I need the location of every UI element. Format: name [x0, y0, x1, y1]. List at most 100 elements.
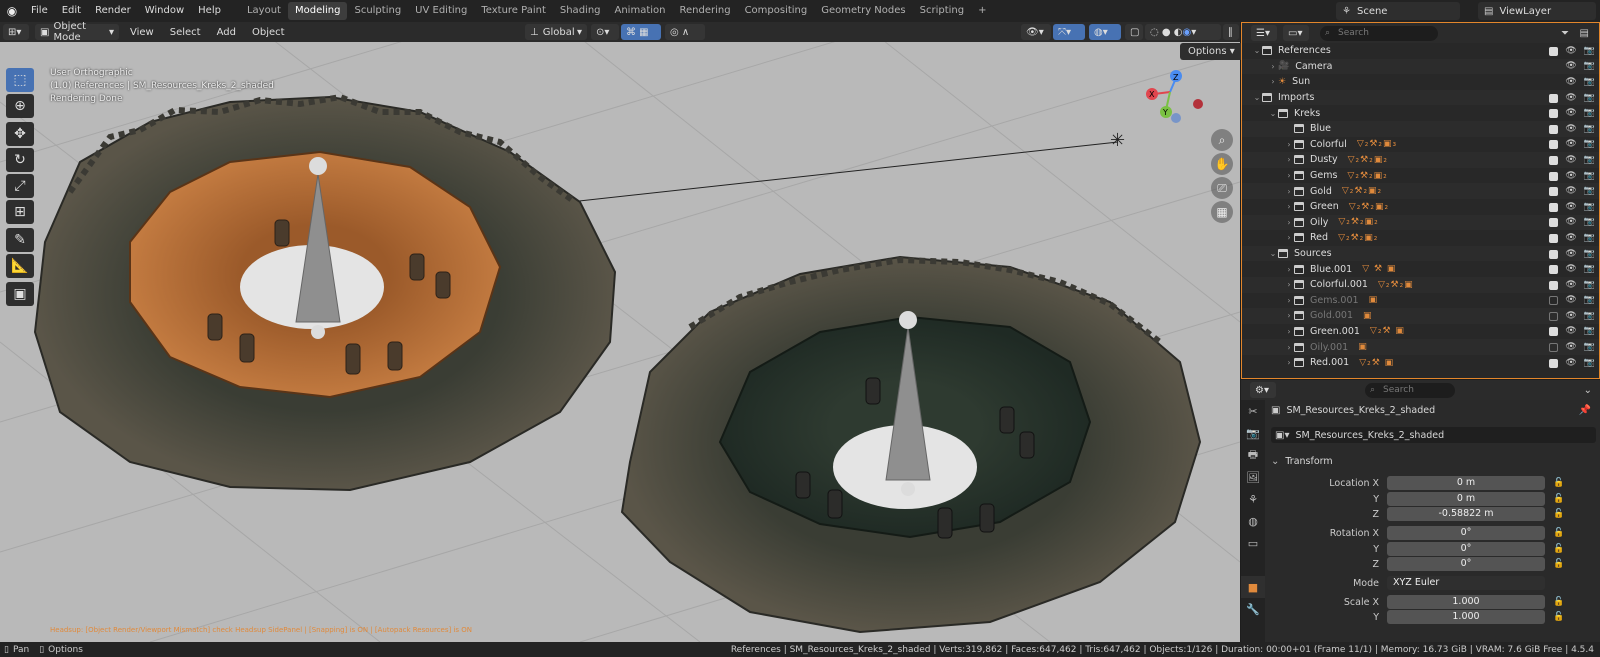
eye-icon[interactable]: 👁 — [1565, 61, 1576, 71]
outliner-row[interactable]: › Red.001 ▽₂⚒ ▣ 👁 📷 — [1242, 355, 1599, 371]
snap-toggle[interactable]: ⌘ ▦ — [621, 24, 661, 40]
outliner-item-name[interactable]: Gold — [1310, 186, 1332, 197]
outliner-item-name[interactable]: Imports — [1278, 92, 1314, 103]
outliner-item-name[interactable]: Oily.001 — [1310, 342, 1348, 353]
tab-layout[interactable]: Layout — [240, 2, 288, 20]
render-tab-icon[interactable]: 📷 — [1241, 422, 1265, 444]
eye-icon[interactable]: 👁 — [1565, 186, 1576, 196]
chevron-down-icon[interactable]: ⌄ — [1584, 385, 1592, 396]
outliner-item-name[interactable]: References — [1278, 45, 1331, 56]
outliner-row[interactable]: › Colorful ▽₂⚒₂▣₃ 👁 📷 — [1242, 137, 1599, 153]
tab-rendering[interactable]: Rendering — [672, 2, 737, 20]
outliner-item-name[interactable]: Oily — [1310, 217, 1328, 228]
render-camera-icon[interactable]: 📷 — [1584, 155, 1595, 165]
expand-open-icon[interactable]: ⌄ — [1252, 46, 1262, 55]
visibility-dropdown[interactable]: 👁▾ — [1021, 24, 1051, 40]
outliner-row[interactable]: › Oily.001 ▣ 👁 📷 — [1242, 339, 1599, 355]
render-camera-icon[interactable]: 📷 — [1584, 217, 1595, 227]
filter-icon[interactable]: ⏷ — [1561, 28, 1569, 39]
outliner-item-name[interactable]: Gold.001 — [1310, 310, 1353, 321]
datablock-row[interactable]: ▣▾ SM_Resources_Kreks_2_shaded — [1271, 427, 1596, 443]
lock-icon[interactable]: 🔓 — [1553, 478, 1564, 488]
mode-dropdown[interactable]: ▣ Object Mode ▾ — [35, 21, 119, 43]
expand-closed-icon[interactable]: › — [1284, 218, 1294, 227]
exclude-checkbox[interactable] — [1549, 327, 1559, 337]
expand-closed-icon[interactable]: › — [1284, 233, 1294, 242]
property-value-field[interactable]: 1.000 — [1387, 610, 1545, 624]
exclude-checkbox[interactable] — [1549, 109, 1559, 119]
render-camera-icon[interactable]: 📷 — [1584, 326, 1595, 336]
outliner-item-name[interactable]: Sun — [1292, 76, 1310, 87]
eye-icon[interactable]: 👁 — [1565, 311, 1576, 321]
property-value-field[interactable]: 0° — [1387, 526, 1545, 540]
cursor-tool[interactable]: ⊕ — [6, 94, 34, 118]
property-value-field[interactable]: 0° — [1387, 557, 1545, 571]
outliner-item-name[interactable]: Blue.001 — [1310, 264, 1352, 275]
render-camera-icon[interactable]: 📷 — [1584, 171, 1595, 181]
exclude-checkbox[interactable] — [1549, 296, 1559, 306]
expand-closed-icon[interactable]: › — [1268, 62, 1278, 71]
render-camera-icon[interactable]: 📷 — [1584, 233, 1595, 243]
property-value-field[interactable]: 0 m — [1387, 476, 1545, 490]
exclude-checkbox[interactable] — [1549, 265, 1559, 275]
expand-closed-icon[interactable]: › — [1284, 155, 1294, 164]
menu-add[interactable]: Add — [209, 27, 244, 38]
scene-tab-icon[interactable]: ⚘ — [1241, 488, 1265, 510]
exclude-checkbox[interactable] — [1549, 233, 1559, 243]
outliner-row[interactable]: › Green.001 ▽₂⚒ ▣ 👁 📷 — [1242, 324, 1599, 340]
expand-closed-icon[interactable]: › — [1284, 265, 1294, 274]
outliner-row[interactable]: › Blue.001 ▽ ⚒ ▣ 👁 📷 — [1242, 261, 1599, 277]
outliner-item-name[interactable]: Green.001 — [1310, 326, 1360, 337]
eye-icon[interactable]: 👁 — [1565, 326, 1576, 336]
outliner-row[interactable]: › 🎥 Camera 👁 📷 — [1242, 58, 1599, 75]
outliner-item-name[interactable]: Red — [1310, 232, 1328, 243]
exclude-checkbox[interactable] — [1549, 140, 1559, 150]
render-camera-icon[interactable]: 📷 — [1584, 295, 1595, 305]
outliner-search-input[interactable]: ⌕ Search — [1320, 25, 1438, 41]
render-camera-icon[interactable]: 📷 — [1584, 124, 1595, 134]
tool-tab-icon[interactable]: ✂ — [1241, 400, 1265, 422]
expand-closed-icon[interactable]: › — [1284, 327, 1294, 336]
tab-compositing[interactable]: Compositing — [738, 2, 815, 20]
tab-shading[interactable]: Shading — [553, 2, 608, 20]
add-cube-tool[interactable]: ▣ — [6, 282, 34, 306]
pan-hand-icon[interactable]: ✋ — [1211, 153, 1233, 175]
exclude-checkbox[interactable] — [1549, 124, 1559, 134]
expand-closed-icon[interactable]: › — [1284, 311, 1294, 320]
eye-icon[interactable]: 👁 — [1565, 139, 1576, 149]
expand-closed-icon[interactable]: › — [1284, 280, 1294, 289]
render-camera-icon[interactable]: 📷 — [1584, 61, 1595, 71]
expand-closed-icon[interactable]: › — [1284, 296, 1294, 305]
lock-icon[interactable]: 🔓 — [1553, 559, 1564, 569]
outliner-row[interactable]: › Colorful.001 ▽₂⚒₂▣ 👁 📷 — [1242, 276, 1599, 293]
add-workspace-button[interactable]: + — [971, 2, 993, 20]
tab-geometry-nodes[interactable]: Geometry Nodes — [814, 2, 912, 20]
outliner-item-name[interactable]: Gems — [1310, 170, 1337, 181]
exclude-checkbox[interactable] — [1549, 46, 1559, 56]
outliner-row[interactable]: › Gems.001 ▣ 👁 📷 — [1242, 293, 1599, 309]
render-camera-icon[interactable]: 📷 — [1584, 280, 1595, 290]
outliner-item-name[interactable]: Red.001 — [1310, 357, 1349, 368]
outliner-item-name[interactable]: Green — [1310, 201, 1339, 212]
datablock-name[interactable]: SM_Resources_Kreks_2_shaded — [1295, 430, 1444, 441]
outliner-item-name[interactable]: Colorful.001 — [1310, 279, 1368, 290]
properties-editor-type[interactable]: ⚙▾ — [1250, 382, 1276, 398]
render-camera-icon[interactable]: 📷 — [1584, 342, 1595, 352]
outliner-item-name[interactable]: Blue — [1310, 123, 1331, 134]
render-camera-icon[interactable]: 📷 — [1584, 46, 1595, 56]
eye-icon[interactable]: 👁 — [1565, 171, 1576, 181]
world-tab-icon[interactable]: ◍ — [1241, 510, 1265, 532]
outliner-row[interactable]: › Oily ▽₂⚒₂▣₂ 👁 📷 — [1242, 214, 1599, 231]
options-button[interactable]: Options ▾ — [1180, 43, 1243, 60]
pivot-dropdown[interactable]: ⊙▾ — [591, 24, 619, 40]
menu-help[interactable]: Help — [191, 0, 228, 22]
orientation-dropdown[interactable]: ⊥ Global ▾ — [525, 24, 587, 40]
outliner-item-name[interactable]: Kreks — [1294, 108, 1320, 119]
exclude-checkbox[interactable] — [1549, 343, 1559, 353]
outliner-row[interactable]: › Gold ▽₂⚒₂▣₂ 👁 📷 — [1242, 183, 1599, 199]
eye-icon[interactable]: 👁 — [1565, 46, 1576, 56]
display-mode-dropdown[interactable]: ▭▾ — [1283, 25, 1309, 41]
outliner-row[interactable]: ⌄ References 👁 📷 — [1242, 43, 1599, 59]
expand-open-icon[interactable]: ⌄ — [1268, 249, 1278, 258]
eye-icon[interactable]: 👁 — [1565, 358, 1576, 368]
